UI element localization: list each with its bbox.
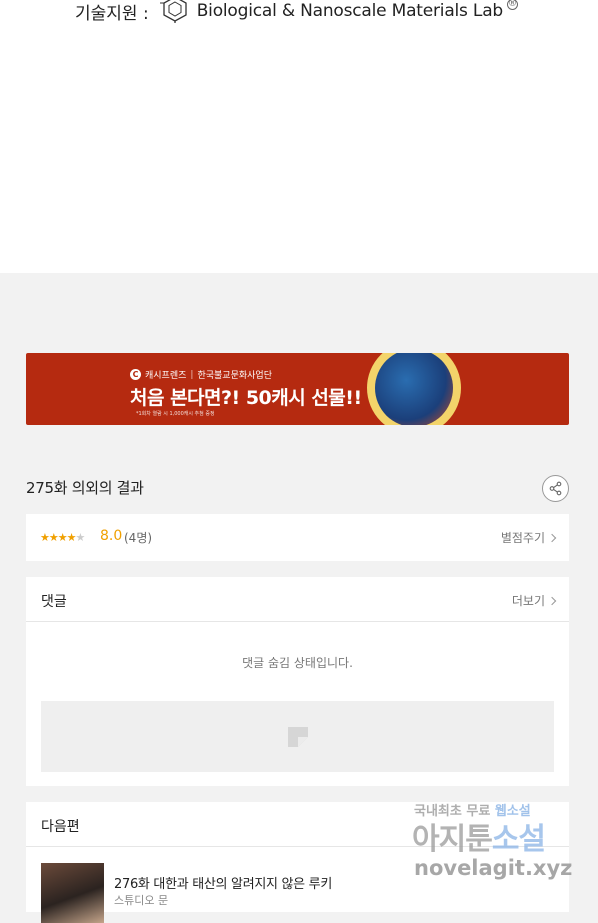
ad-placeholder[interactable] — [41, 701, 554, 772]
banner-brand-row: C 캐시프렌즈 | 한국불교문화사업단 — [130, 368, 272, 381]
lab-name: Biological & Nanoscale Materials Lab — [196, 1, 503, 21]
top-section: 기술지원 : Biological & Nanoscale Materials … — [0, 0, 598, 273]
lab-hexagon-logo-icon — [159, 0, 191, 28]
share-button[interactable] — [542, 475, 569, 502]
rate-button[interactable]: 별점주기 — [500, 529, 557, 546]
star-rating-icon: ★★★★★ — [40, 531, 85, 544]
registered-mark: ® — [507, 0, 518, 10]
comments-more-button[interactable]: 더보기 — [511, 592, 557, 609]
next-episode-header: 다음편 — [26, 802, 569, 847]
comments-header: 댓글 더보기 — [26, 577, 569, 622]
banner-divider: | — [190, 369, 194, 380]
comments-label: 댓글 — [41, 594, 67, 610]
promo-banner[interactable]: C 캐시프렌즈 | 한국불교문화사업단 처음 본다면?! 50캐시 선물!! *… — [26, 353, 569, 425]
banner-brand: 캐시프렌즈 — [145, 371, 187, 381]
next-episode-card[interactable]: 다음편 276화 대한과 태산의 알려지지 않은 루키 스튜디오 문 — [26, 802, 569, 923]
comments-hidden-message: 댓글 숨김 상태입니다. — [242, 656, 353, 670]
banner-note: *1회차 열람 시 1,000캐시 추첨 증정 — [136, 411, 215, 417]
banner-headline: 처음 본다면?! 50캐시 선물!! — [130, 387, 362, 409]
next-episode-title[interactable]: 276화 대한과 태산의 알려지지 않은 루키 — [114, 873, 332, 892]
rate-button-label: 별점주기 — [500, 531, 545, 545]
rating-card: ★★★★★ 8.0 (4명) 별점주기 — [26, 514, 569, 561]
episode-title: 275화 의외의 결과 — [26, 479, 144, 497]
dragon-medallion-icon — [367, 353, 461, 425]
tech-support-credit: 기술지원 : Biological & Nanoscale Materials … — [75, 0, 518, 26]
chevron-right-icon — [547, 596, 557, 605]
chevron-right-icon — [547, 533, 557, 542]
stars-empty: ★ — [75, 531, 85, 544]
rating-count: (4명) — [124, 531, 153, 545]
banner-sponsor: 한국불교문화사업단 — [197, 371, 272, 381]
placeholder-image-icon — [287, 726, 308, 747]
cashfriends-logo-icon: C — [130, 369, 141, 380]
comments-more-label: 더보기 — [511, 594, 545, 608]
next-episode-thumbnail[interactable] — [41, 863, 104, 923]
rating-score: 8.0 — [100, 528, 123, 544]
next-episode-label: 다음편 — [41, 819, 80, 835]
share-icon — [549, 481, 562, 496]
credit-prefix: 기술지원 : — [75, 3, 149, 24]
comments-card: 댓글 더보기 댓글 숨김 상태입니다. — [26, 577, 569, 786]
stars-filled: ★★★★ — [40, 531, 76, 544]
